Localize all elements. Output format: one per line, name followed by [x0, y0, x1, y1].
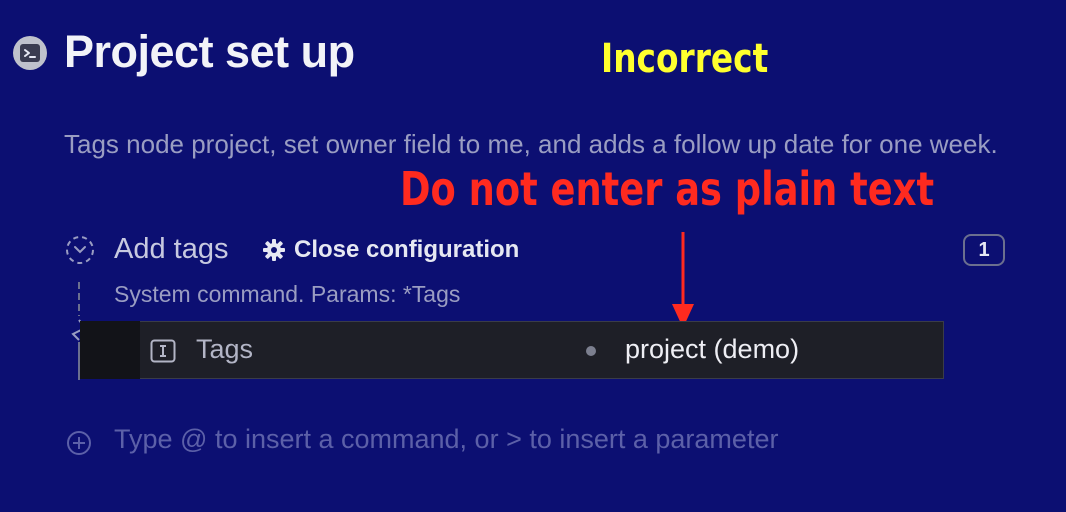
- terminal-icon: [13, 36, 47, 70]
- editor-canvas: Project set up Incorrect Tags node proje…: [0, 0, 1066, 512]
- close-configuration-label: Close configuration: [294, 236, 520, 263]
- command-subtitle: System command. Params: *Tags: [114, 281, 461, 307]
- text-field-icon: [150, 339, 176, 363]
- gear-icon: [263, 239, 285, 261]
- param-value-field[interactable]: project (demo): [625, 334, 799, 365]
- page-description: Tags node project, set owner field to me…: [64, 129, 998, 159]
- annotation-incorrect: Incorrect: [601, 36, 769, 82]
- plus-circle-icon[interactable]: [66, 430, 92, 456]
- command-name[interactable]: Add tags: [114, 233, 228, 266]
- command-input[interactable]: Type @ to insert a command, or > to inse…: [114, 424, 778, 455]
- param-row-gutter: [80, 321, 140, 379]
- dashed-circle-icon: [66, 236, 94, 264]
- close-configuration-button[interactable]: Close configuration: [262, 236, 519, 264]
- page-title: Project set up: [64, 26, 355, 77]
- param-separator-dot-icon: [586, 346, 596, 356]
- annotation-arrow-icon: [672, 232, 694, 328]
- param-label: Tags: [196, 334, 254, 364]
- param-count-badge: 1: [963, 234, 1005, 266]
- annotation-plain-text-warning: Do not enter as plain text: [400, 162, 935, 216]
